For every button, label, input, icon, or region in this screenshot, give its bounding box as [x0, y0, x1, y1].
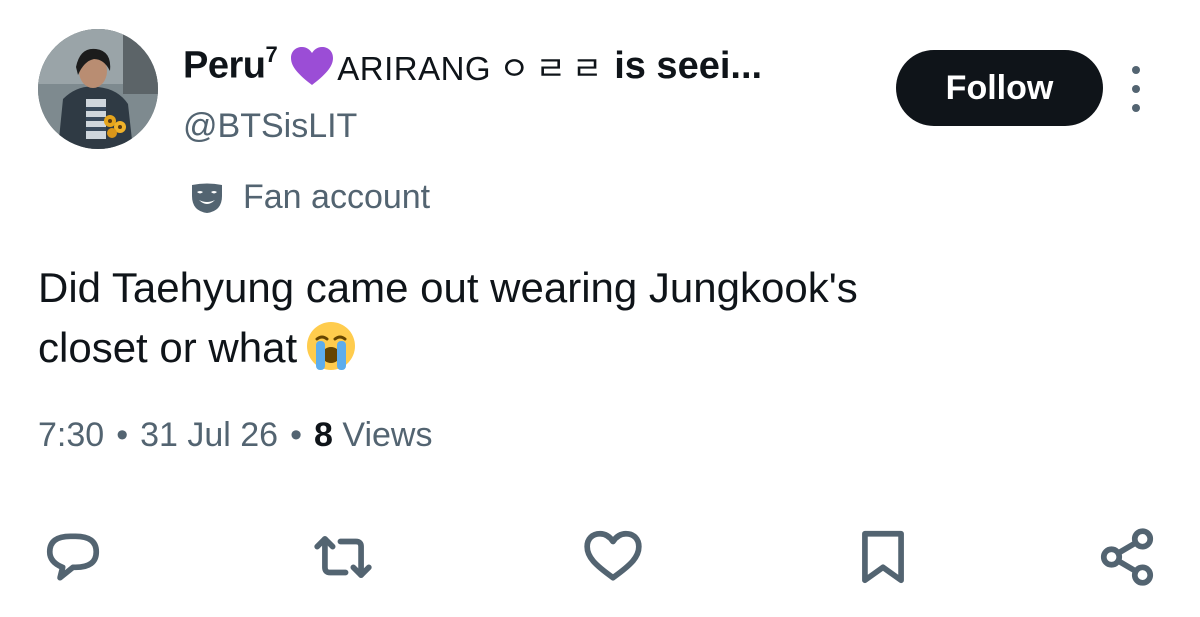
like-icon [584, 530, 642, 581]
name-hangul: ㅇㄹㄹ [499, 50, 609, 87]
retweet-icon [314, 536, 372, 578]
author-handle[interactable]: @BTSisLIT [183, 107, 357, 146]
tweet-meta: 7:30 • 31 Jul 26 • 8 Views [38, 416, 432, 455]
author-name[interactable]: Peru7 ARIRANG ㅇㄹㄹ is seei... [183, 40, 762, 92]
bookmark-icon [862, 530, 904, 584]
name-rest: is seei... [614, 44, 763, 87]
tweet-text-line-2: closet or what [38, 318, 1158, 378]
avatar-image [38, 29, 158, 149]
name-superscript: 7 [265, 42, 278, 68]
loudly-crying-face-icon [307, 322, 356, 370]
tweet-time[interactable]: 7:30 [38, 416, 104, 454]
avatar[interactable] [38, 29, 158, 149]
separator-dot: • [116, 416, 129, 454]
views-label: Views [342, 416, 433, 454]
separator-dot-2: • [290, 416, 302, 454]
views-count: 8 [314, 416, 333, 454]
reply-button[interactable] [38, 522, 108, 592]
name-tag: ARIRANG [337, 50, 492, 87]
fan-account-text: Fan account [243, 178, 431, 216]
share-icon [1100, 528, 1154, 586]
retweet-button[interactable] [308, 522, 378, 592]
action-bar [0, 522, 1200, 592]
tweet-text-line: Did Taehyung came out wearing Jungkook's [38, 264, 858, 311]
mask-icon [192, 183, 222, 213]
fan-account-label: Fan account [189, 178, 430, 217]
tweet-date[interactable]: 31 Jul 26 [140, 416, 278, 454]
reply-icon [46, 533, 100, 581]
more-vertical-icon[interactable] [1124, 66, 1148, 112]
bookmark-button[interactable] [848, 522, 918, 592]
purple-heart-icon [291, 47, 334, 85]
like-button[interactable] [578, 522, 648, 592]
share-button[interactable] [1092, 522, 1162, 592]
display-name: Peru7 [183, 42, 278, 87]
tweet-text: Did Taehyung came out wearing Jungkook's… [38, 258, 1158, 378]
follow-button[interactable]: Follow [896, 50, 1103, 126]
